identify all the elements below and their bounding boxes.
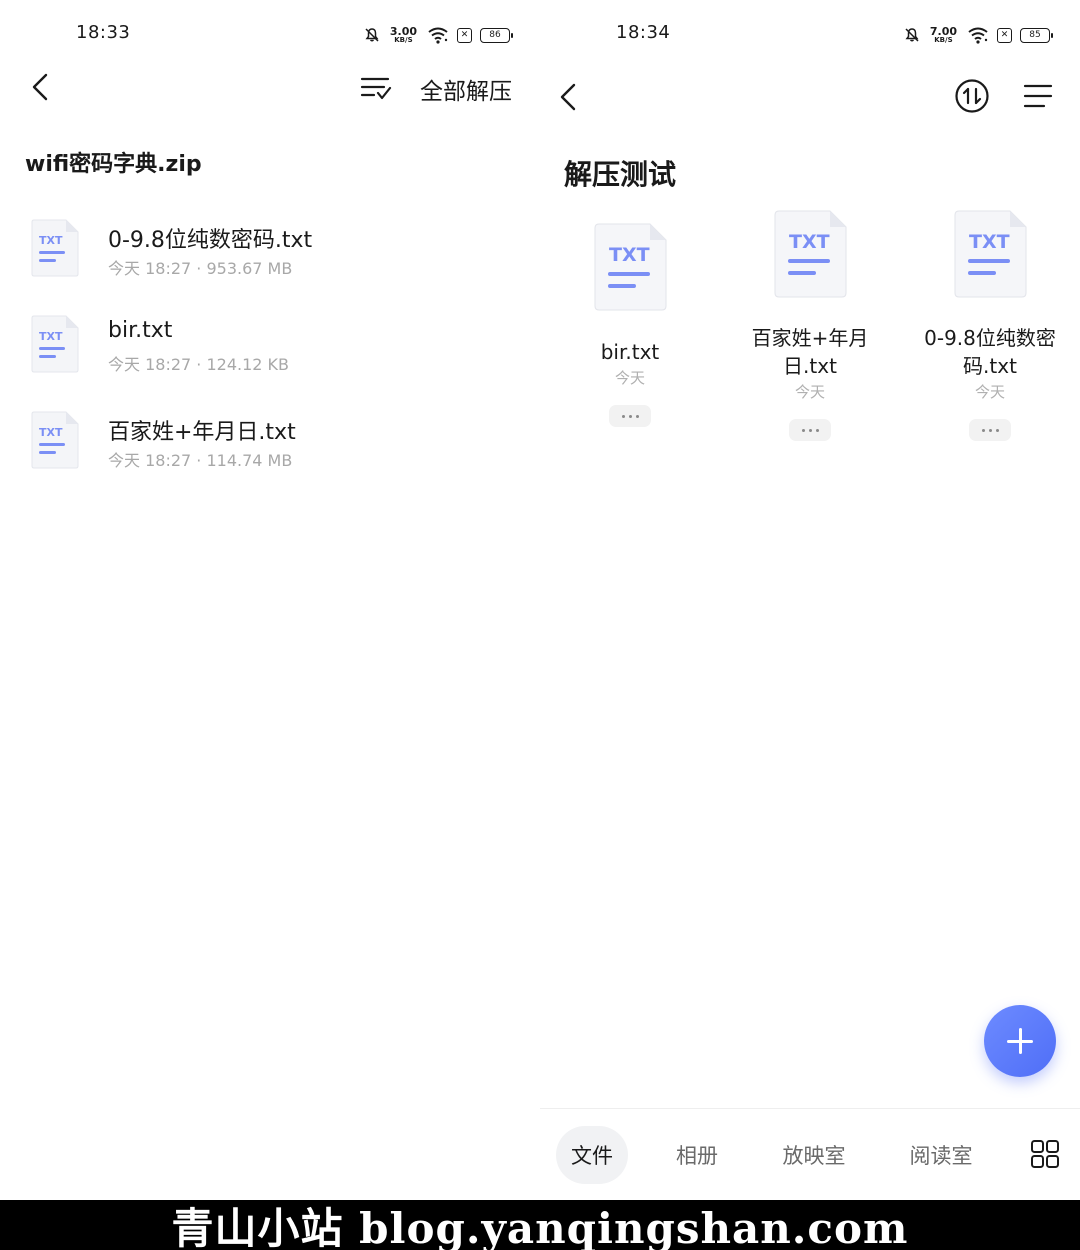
- archive-file-list: TXT 0-9.8位纯数密码.txt 今天 18:27 · 953.67 MB …: [0, 210, 540, 498]
- grid-file-name: 码.txt: [963, 354, 1017, 378]
- file-name: bir.txt: [108, 318, 173, 343]
- txt-file-icon: TXT: [31, 219, 79, 277]
- wifi-icon: [968, 27, 988, 44]
- grid-file-name: 0-9.8位纯数密: [924, 326, 1056, 350]
- folder-title: 解压测试: [564, 158, 677, 191]
- svg-text:TXT: TXT: [39, 330, 63, 343]
- more-dot-icon: [995, 428, 999, 432]
- more-dot-icon: [981, 428, 985, 432]
- watermark-banner: 青山小站 blog.yanqingshan.com: [0, 1200, 1080, 1250]
- network-speed: 7.00 KB/S: [929, 25, 957, 44]
- network-speed: 3.00 KB/S: [389, 25, 417, 44]
- left-screen: 18:33 3.00 KB/S ✕ 86 全部解压 wifi密码字典.zip T…: [0, 0, 540, 1200]
- wifi-icon: [428, 27, 448, 44]
- file-row[interactable]: TXT bir.txt 今天 18:27 · 124.12 KB: [0, 306, 540, 402]
- svg-text:TXT: TXT: [39, 234, 63, 247]
- nav-tab-cinema[interactable]: 放映室: [772, 1126, 856, 1184]
- txt-file-icon: TXT: [774, 210, 847, 298]
- file-row[interactable]: TXT 百家姓+年月日.txt 今天 18:27 · 114.74 MB: [0, 402, 540, 498]
- bottom-nav: 文件 相册 放映室 阅读室: [540, 1108, 1080, 1200]
- extract-all-button[interactable]: 全部解压: [420, 72, 512, 106]
- file-meta: 今天 18:27 · 114.74 MB: [108, 451, 293, 470]
- status-bar: 18:33 3.00 KB/S ✕ 86: [0, 20, 540, 50]
- grid-file-name: bir.txt: [600, 340, 660, 364]
- file-row[interactable]: TXT 0-9.8位纯数密码.txt 今天 18:27 · 953.67 MB: [0, 210, 540, 306]
- back-icon[interactable]: [556, 80, 582, 114]
- mute-bell-icon: [905, 28, 919, 42]
- status-time: 18:34: [616, 22, 671, 43]
- more-dot-icon: [635, 414, 639, 418]
- file-name: 百家姓+年月日.txt: [108, 420, 296, 445]
- more-dot-icon: [801, 428, 805, 432]
- txt-file-icon: TXT: [954, 210, 1027, 298]
- more-options-button[interactable]: [789, 419, 831, 441]
- more-dot-icon: [815, 428, 819, 432]
- file-name: 0-9.8位纯数密码.txt: [108, 228, 313, 253]
- battery-icon: 85: [1020, 27, 1053, 43]
- svg-text:TXT: TXT: [789, 231, 830, 253]
- mute-bell-icon: [365, 28, 379, 42]
- more-dot-icon: [808, 428, 812, 432]
- status-icons: 3.00 KB/S ✕ 86: [364, 22, 513, 48]
- status-bar: 18:34 7.00 KB/S ✕ 85: [540, 20, 1080, 50]
- nav-tab-album[interactable]: 相册: [660, 1126, 734, 1184]
- more-options-button[interactable]: [609, 405, 651, 427]
- sort-check-icon[interactable]: [360, 74, 392, 102]
- txt-file-icon: TXT: [31, 315, 79, 373]
- grid-file-name: 百家姓+年月: [751, 326, 869, 350]
- add-button[interactable]: [984, 1005, 1056, 1077]
- watermark-text: 青山小站 blog.yanqingshan.com: [171, 1203, 909, 1250]
- nav-tab-files[interactable]: 文件: [556, 1126, 628, 1184]
- file-meta: 今天 18:27 · 953.67 MB: [108, 259, 293, 278]
- status-icons: 7.00 KB/S ✕ 85: [904, 22, 1053, 48]
- status-time: 18:33: [76, 22, 131, 43]
- svg-text:TXT: TXT: [969, 231, 1010, 253]
- sim-off-icon: ✕: [997, 27, 1012, 43]
- more-dot-icon: [988, 428, 992, 432]
- more-dot-icon: [628, 414, 632, 418]
- file-grid: TXT bir.txt 今天 TXT 百家姓+年月 日.txt 今天 TXT 0…: [540, 205, 1080, 465]
- file-meta: 今天 18:27 · 124.12 KB: [108, 355, 289, 374]
- more-options-button[interactable]: [969, 419, 1011, 441]
- svg-text:TXT: TXT: [609, 244, 650, 266]
- more-dot-icon: [621, 414, 625, 418]
- nav-tab-reading[interactable]: 阅读室: [898, 1126, 984, 1184]
- menu-icon[interactable]: [1022, 82, 1054, 110]
- archive-title: wifi密码字典.zip: [25, 152, 202, 177]
- right-screen: 18:34 7.00 KB/S ✕ 85 解压测试 TXT bir.txt 今天…: [540, 0, 1080, 1200]
- grid-file-date: 今天: [614, 369, 645, 387]
- txt-file-icon: TXT: [594, 223, 667, 311]
- grid-file-date: 今天: [794, 383, 825, 401]
- grid-file-name: 日.txt: [783, 354, 837, 378]
- svg-text:TXT: TXT: [39, 426, 63, 439]
- battery-icon: 86: [480, 27, 513, 43]
- sim-off-icon: ✕: [457, 27, 472, 43]
- transfer-icon[interactable]: [954, 78, 990, 114]
- apps-grid-icon[interactable]: [1030, 1139, 1060, 1169]
- txt-file-icon: TXT: [31, 411, 79, 469]
- grid-file-date: 今天: [974, 383, 1005, 401]
- back-icon[interactable]: [28, 70, 54, 104]
